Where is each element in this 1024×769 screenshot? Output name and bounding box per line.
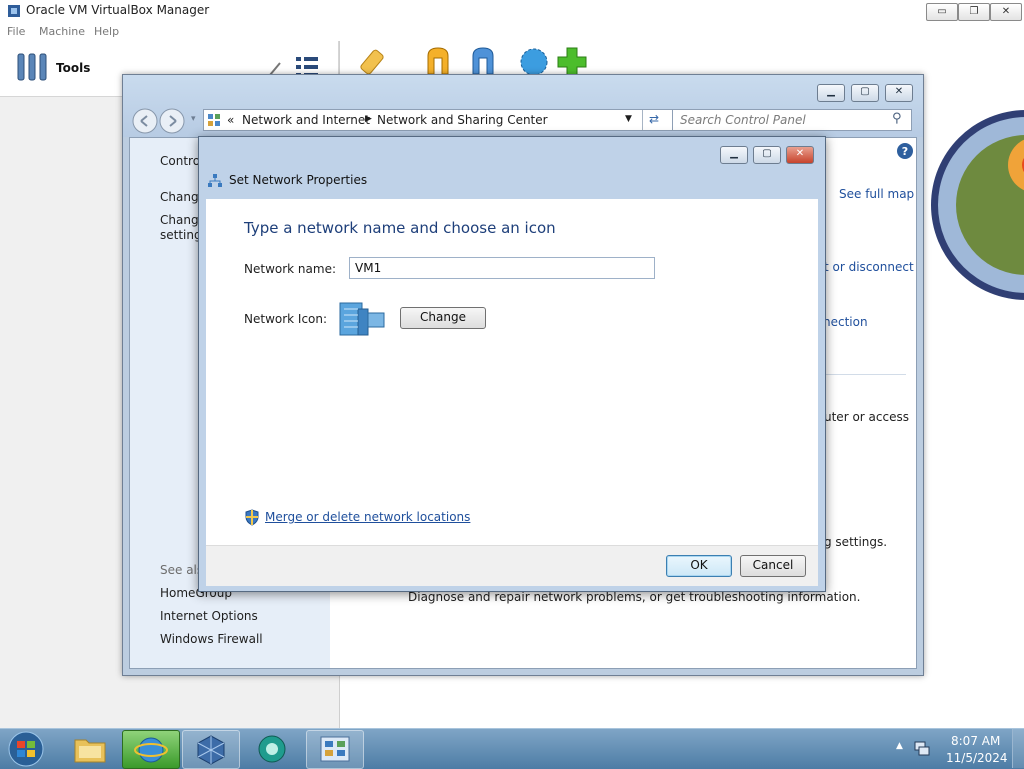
- network-dialog-icon: [208, 174, 222, 187]
- start-button[interactable]: [6, 730, 46, 768]
- clock-time[interactable]: 8:07 AM: [951, 734, 1000, 748]
- network-icon-label: Network Icon:: [244, 312, 328, 326]
- set-network-properties-dialog: ▁ ▢ ✕ Set Network Properties Type a netw…: [198, 136, 826, 592]
- virtualbox-logo-icon: [8, 5, 20, 17]
- troubleshoot-description: Diagnose and repair network problems, or…: [408, 590, 861, 604]
- cp-minimize-button[interactable]: ▁: [817, 84, 845, 102]
- dialog-close-button[interactable]: ✕: [786, 146, 814, 164]
- network-building-icon: [339, 302, 385, 336]
- dialog-heading: Type a network name and choose an icon: [244, 219, 556, 237]
- taskbar: ▲ 8:07 AM 11/5/2024: [0, 728, 1024, 769]
- menu-machine[interactable]: Machine: [39, 25, 85, 38]
- refresh-icon[interactable]: ⇄: [649, 112, 659, 126]
- tray-expand-icon[interactable]: ▲: [896, 741, 903, 751]
- connect-disconnect-link[interactable]: t or disconnect: [824, 260, 914, 274]
- breadcrumb-arrow-icon[interactable]: ▶: [365, 114, 372, 124]
- see-full-map-link[interactable]: See full map: [839, 187, 914, 201]
- merge-delete-locations-link[interactable]: Merge or delete network locations: [265, 510, 470, 524]
- taskbar-control-panel[interactable]: [306, 730, 364, 769]
- address-bar[interactable]: « Network and Internet ▶ Network and Sha…: [203, 109, 719, 131]
- control-panel-taskbar-icon: [320, 736, 350, 762]
- network-tray-icon[interactable]: [913, 739, 931, 757]
- folder-icon: [74, 739, 106, 763]
- minimize-button[interactable]: ▭: [926, 3, 958, 21]
- control-panel-titlebar: ▁ ▢ ✕ ▾ « Network and Internet ▶ Network…: [123, 75, 923, 137]
- new-icon[interactable]: [516, 44, 552, 78]
- cp-close-button[interactable]: ✕: [885, 84, 913, 102]
- export-icon[interactable]: [465, 44, 501, 78]
- svg-text:?: ?: [902, 145, 908, 158]
- search-placeholder[interactable]: Search Control Panel: [680, 113, 806, 127]
- import-icon[interactable]: [420, 44, 456, 78]
- add-icon[interactable]: [554, 44, 590, 78]
- dialog-title: Set Network Properties: [229, 173, 368, 187]
- menu-file[interactable]: File: [7, 25, 25, 38]
- window-title: Oracle VM VirtualBox Manager: [26, 3, 210, 17]
- link-windows-firewall[interactable]: Windows Firewall: [160, 632, 263, 646]
- welcome-illustration: [931, 110, 1024, 300]
- help-icon[interactable]: ?: [896, 142, 914, 160]
- change-icon-button[interactable]: Change: [400, 307, 486, 329]
- ok-button[interactable]: OK: [666, 555, 732, 577]
- settings-text: g settings.: [824, 535, 888, 549]
- network-name-input[interactable]: [349, 257, 655, 279]
- network-globe-icon: [134, 737, 168, 763]
- breadcrumb-prefix[interactable]: «: [227, 113, 234, 127]
- recent-pages-icon[interactable]: ▾: [191, 114, 196, 124]
- media-icon: [258, 735, 286, 763]
- virtualbox-titlebar: Oracle VM VirtualBox Manager ▭ ❐ ✕: [0, 0, 1024, 22]
- dialog-footer: OK Cancel: [206, 545, 818, 586]
- preferences-icon[interactable]: [356, 44, 392, 78]
- network-name-label: Network name:: [244, 262, 336, 276]
- control-panel-icon: [208, 114, 220, 126]
- breadcrumb-sharing-center[interactable]: Network and Sharing Center: [377, 113, 548, 127]
- address-dropdown-icon[interactable]: ▼: [625, 114, 632, 124]
- back-forward-buttons[interactable]: [131, 108, 189, 134]
- dialog-body: Type a network name and choose an icon N…: [206, 199, 818, 545]
- taskbar-app-4[interactable]: [244, 730, 300, 767]
- search-box[interactable]: Search Control Panel ⚲: [672, 109, 912, 131]
- restore-button[interactable]: ❐: [958, 3, 990, 21]
- dialog-minimize-button[interactable]: ▁: [720, 146, 748, 164]
- virtualbox-icon: [197, 735, 225, 765]
- cancel-button[interactable]: Cancel: [740, 555, 806, 577]
- close-button[interactable]: ✕: [990, 3, 1022, 21]
- shield-icon: [245, 509, 259, 526]
- taskbar-internet-explorer[interactable]: [122, 730, 180, 769]
- search-icon[interactable]: ⚲: [892, 111, 902, 126]
- show-desktop-button[interactable]: [1012, 729, 1024, 768]
- taskbar-explorer[interactable]: [62, 730, 118, 767]
- access-text: uter or access: [824, 410, 909, 424]
- tools-icon: [17, 53, 47, 81]
- link-internet-options[interactable]: Internet Options: [160, 609, 258, 623]
- dialog-maximize-button[interactable]: ▢: [753, 146, 781, 164]
- clock-date[interactable]: 11/5/2024: [946, 751, 1008, 765]
- cp-maximize-button[interactable]: ▢: [851, 84, 879, 102]
- menu-bar: File Machine Help: [0, 22, 1024, 41]
- breadcrumb-network-internet[interactable]: Network and Internet: [242, 113, 370, 127]
- taskbar-virtualbox[interactable]: [182, 730, 240, 769]
- connection-link[interactable]: nection: [823, 315, 868, 329]
- tools-label: Tools: [56, 61, 91, 75]
- nav-control-panel-home[interactable]: Control: [160, 154, 203, 168]
- menu-help[interactable]: Help: [94, 25, 119, 38]
